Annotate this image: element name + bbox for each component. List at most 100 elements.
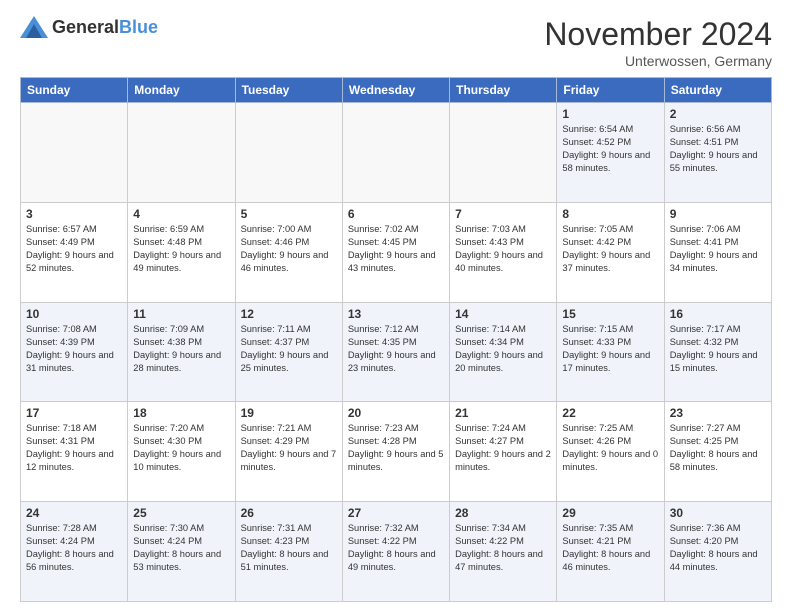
day-cell: 2 Sunrise: 6:56 AM Sunset: 4:51 PM Daylig… [664,103,771,203]
day-number: 21 [455,406,551,420]
day-cell: 13 Sunrise: 7:12 AM Sunset: 4:35 PM Dayli… [342,302,449,402]
day-number: 16 [670,307,766,321]
day-cell: 26 Sunrise: 7:31 AM Sunset: 4:23 PM Dayli… [235,502,342,602]
day-info: Sunrise: 7:08 AM Sunset: 4:39 PM Dayligh… [26,323,122,375]
day-cell: 28Sunrise: 7:34 AM Sunset: 4:22 PM Dayli… [450,502,557,602]
day-number: 22 [562,406,658,420]
day-number: 5 [241,207,337,221]
day-cell: 5 Sunrise: 7:00 AM Sunset: 4:46 PM Daylig… [235,202,342,302]
day-number: 13 [348,307,444,321]
day-cell [342,103,449,203]
day-info: Sunrise: 6:59 AM Sunset: 4:48 PM Dayligh… [133,223,229,275]
day-info: Sunrise: 7:06 AM Sunset: 4:41 PM Dayligh… [670,223,766,275]
day-cell: 17 Sunrise: 7:18 AM Sunset: 4:31 PM Dayli… [21,402,128,502]
week-row-2: 3 Sunrise: 6:57 AM Sunset: 4:49 PM Daylig… [21,202,772,302]
day-info: Sunrise: 7:36 AM Sunset: 4:20 PM Dayligh… [670,522,766,574]
day-info: Sunrise: 7:30 AM Sunset: 4:24 PM Dayligh… [133,522,229,574]
day-number: 1 [562,107,658,121]
weekday-thursday: Thursday [450,78,557,103]
weekday-saturday: Saturday [664,78,771,103]
day-info: Sunrise: 7:09 AM Sunset: 4:38 PM Dayligh… [133,323,229,375]
weekday-sunday: Sunday [21,78,128,103]
day-number: 12 [241,307,337,321]
day-cell: 25 Sunrise: 7:30 AM Sunset: 4:24 PM Dayli… [128,502,235,602]
day-cell: 8 Sunrise: 7:05 AM Sunset: 4:42 PM Daylig… [557,202,664,302]
day-info: Sunrise: 7:35 AM Sunset: 4:21 PM Dayligh… [562,522,658,574]
day-number: 17 [26,406,122,420]
logo-blue: Blue [119,17,158,37]
week-row-4: 17 Sunrise: 7:18 AM Sunset: 4:31 PM Dayli… [21,402,772,502]
day-info: Sunrise: 7:31 AM Sunset: 4:23 PM Dayligh… [241,522,337,574]
week-row-3: 10 Sunrise: 7:08 AM Sunset: 4:39 PM Dayli… [21,302,772,402]
day-number: 19 [241,406,337,420]
day-cell [128,103,235,203]
day-info: Sunrise: 7:00 AM Sunset: 4:46 PM Dayligh… [241,223,337,275]
day-number: 30 [670,506,766,520]
day-number: 25 [133,506,229,520]
title-block: November 2024 Unterwossen, Germany [544,16,772,69]
day-cell: 3 Sunrise: 6:57 AM Sunset: 4:49 PM Daylig… [21,202,128,302]
weekday-monday: Monday [128,78,235,103]
day-number: 20 [348,406,444,420]
day-cell: 6 Sunrise: 7:02 AM Sunset: 4:45 PM Daylig… [342,202,449,302]
day-cell: 21 Sunrise: 7:24 AM Sunset: 4:27 PM Dayli… [450,402,557,502]
day-number: 14 [455,307,551,321]
day-info: Sunrise: 6:54 AM Sunset: 4:52 PM Dayligh… [562,123,658,175]
day-cell: 24Sunrise: 7:28 AM Sunset: 4:24 PM Dayli… [21,502,128,602]
day-number: 9 [670,207,766,221]
day-number: 28 [455,506,551,520]
day-number: 23 [670,406,766,420]
day-cell: 22 Sunrise: 7:25 AM Sunset: 4:26 PM Dayli… [557,402,664,502]
day-info: Sunrise: 7:14 AM Sunset: 4:34 PM Dayligh… [455,323,551,375]
day-info: Sunrise: 7:11 AM Sunset: 4:37 PM Dayligh… [241,323,337,375]
day-info: Sunrise: 7:24 AM Sunset: 4:27 PM Dayligh… [455,422,551,474]
weekday-friday: Friday [557,78,664,103]
day-cell: 12 Sunrise: 7:11 AM Sunset: 4:37 PM Dayli… [235,302,342,402]
day-cell: 19Sunrise: 7:21 AM Sunset: 4:29 PM Dayli… [235,402,342,502]
day-number: 29 [562,506,658,520]
day-info: Sunrise: 7:20 AM Sunset: 4:30 PM Dayligh… [133,422,229,474]
day-number: 26 [241,506,337,520]
day-cell: 29 Sunrise: 7:35 AM Sunset: 4:21 PM Dayli… [557,502,664,602]
day-number: 6 [348,207,444,221]
weekday-header-row: SundayMondayTuesdayWednesdayThursdayFrid… [21,78,772,103]
day-cell [235,103,342,203]
month-title: November 2024 [544,16,772,53]
day-number: 2 [670,107,766,121]
day-cell: 18 Sunrise: 7:20 AM Sunset: 4:30 PM Dayli… [128,402,235,502]
day-cell: 10 Sunrise: 7:08 AM Sunset: 4:39 PM Dayli… [21,302,128,402]
day-info: Sunrise: 7:03 AM Sunset: 4:43 PM Dayligh… [455,223,551,275]
day-cell: 7 Sunrise: 7:03 AM Sunset: 4:43 PM Daylig… [450,202,557,302]
day-cell: 15Sunrise: 7:15 AM Sunset: 4:33 PM Dayli… [557,302,664,402]
header: GeneralBlue November 2024 Unterwossen, G… [20,16,772,69]
day-cell [450,103,557,203]
calendar-table: SundayMondayTuesdayWednesdayThursdayFrid… [20,77,772,602]
day-number: 10 [26,307,122,321]
day-number: 3 [26,207,122,221]
day-number: 4 [133,207,229,221]
day-number: 8 [562,207,658,221]
day-info: Sunrise: 7:18 AM Sunset: 4:31 PM Dayligh… [26,422,122,474]
day-info: Sunrise: 7:17 AM Sunset: 4:32 PM Dayligh… [670,323,766,375]
day-cell: 27Sunrise: 7:32 AM Sunset: 4:22 PM Dayli… [342,502,449,602]
weekday-tuesday: Tuesday [235,78,342,103]
day-cell: 11Sunrise: 7:09 AM Sunset: 4:38 PM Dayli… [128,302,235,402]
day-info: Sunrise: 7:23 AM Sunset: 4:28 PM Dayligh… [348,422,444,474]
day-info: Sunrise: 7:02 AM Sunset: 4:45 PM Dayligh… [348,223,444,275]
day-info: Sunrise: 6:57 AM Sunset: 4:49 PM Dayligh… [26,223,122,275]
day-cell: 16 Sunrise: 7:17 AM Sunset: 4:32 PM Dayli… [664,302,771,402]
day-number: 7 [455,207,551,221]
day-number: 18 [133,406,229,420]
logo-general: General [52,17,119,37]
day-cell: 23 Sunrise: 7:27 AM Sunset: 4:25 PM Dayli… [664,402,771,502]
day-info: Sunrise: 7:32 AM Sunset: 4:22 PM Dayligh… [348,522,444,574]
day-info: Sunrise: 7:05 AM Sunset: 4:42 PM Dayligh… [562,223,658,275]
day-cell: 20 Sunrise: 7:23 AM Sunset: 4:28 PM Dayli… [342,402,449,502]
day-info: Sunrise: 7:12 AM Sunset: 4:35 PM Dayligh… [348,323,444,375]
day-info: Sunrise: 7:27 AM Sunset: 4:25 PM Dayligh… [670,422,766,474]
day-info: Sunrise: 7:25 AM Sunset: 4:26 PM Dayligh… [562,422,658,474]
day-cell [21,103,128,203]
day-cell: 9 Sunrise: 7:06 AM Sunset: 4:41 PM Daylig… [664,202,771,302]
day-info: Sunrise: 6:56 AM Sunset: 4:51 PM Dayligh… [670,123,766,175]
logo-icon [20,16,48,38]
